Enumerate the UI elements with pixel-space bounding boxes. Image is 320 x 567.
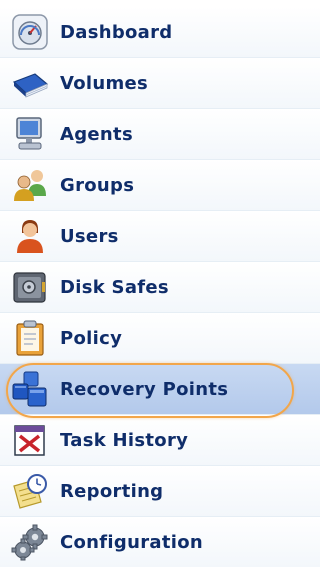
policy-icon — [10, 318, 50, 358]
sidebar-item-label: Task History — [60, 429, 189, 451]
configuration-icon — [10, 522, 50, 562]
sidebar-item-recovery-points[interactable]: Recovery Points — [0, 364, 320, 415]
sidebar-item-label: Volumes — [60, 72, 149, 94]
sidebar-item-configuration[interactable]: Configuration — [0, 517, 320, 567]
sidebar-item-volumes[interactable]: Volumes — [0, 58, 320, 109]
sidebar-item-reporting[interactable]: Reporting — [0, 466, 320, 517]
sidebar-item-label: Reporting — [60, 480, 164, 502]
groups-icon — [10, 165, 50, 205]
sidebar-item-task-history[interactable]: Task History — [0, 415, 320, 466]
sidebar-item-users[interactable]: Users — [0, 211, 320, 262]
users-icon — [10, 216, 50, 256]
dashboard-icon — [10, 12, 50, 52]
sidebar-item-label: Disk Safes — [60, 276, 169, 298]
sidebar-item-label: Users — [60, 225, 119, 247]
sidebar-item-label: Configuration — [60, 531, 203, 553]
disk-safes-icon — [10, 267, 50, 307]
sidebar-item-label: Groups — [60, 174, 135, 196]
sidebar-item-groups[interactable]: Groups — [0, 160, 320, 211]
sidebar-item-label: Agents — [60, 123, 133, 145]
volumes-icon — [10, 63, 50, 103]
sidebar-item-label: Dashboard — [60, 21, 173, 43]
sidebar-item-label: Policy — [60, 327, 123, 349]
sidebar-item-dashboard[interactable]: Dashboard — [0, 7, 320, 58]
sidebar-item-policy[interactable]: Policy — [0, 313, 320, 364]
sidebar-item-label: Recovery Points — [60, 378, 229, 400]
task-history-icon — [10, 420, 50, 460]
reporting-icon — [10, 471, 50, 511]
agents-icon — [10, 114, 50, 154]
sidebar-nav: Dashboard Volumes Agents Groups Users Di… — [0, 0, 320, 567]
sidebar-item-agents[interactable]: Agents — [0, 109, 320, 160]
recovery-points-icon — [10, 369, 50, 409]
sidebar-item-disk-safes[interactable]: Disk Safes — [0, 262, 320, 313]
